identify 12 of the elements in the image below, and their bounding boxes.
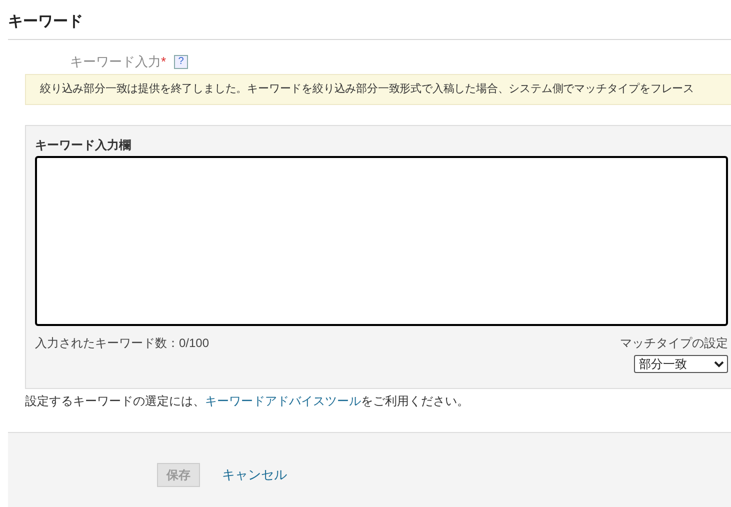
notice-text: 絞り込み部分一致は提供を終了しました。キーワードを絞り込み部分一致形式で入稿した場合、システム側でマッチタイプをフレース (39, 82, 694, 98)
keyword-input-field[interactable] (35, 156, 728, 326)
panel-title: キーワード入力欄 (35, 137, 132, 154)
keyword-counter: 入力されたキーワード数：0/100 (35, 335, 210, 352)
match-type-select[interactable]: 部分一致 (634, 355, 728, 373)
field-label: キーワード入力* (70, 53, 166, 72)
advice-tool-link[interactable]: キーワードアドバイスツール (205, 394, 361, 408)
match-type-label: マッチタイプの設定 (620, 335, 728, 352)
help-icon[interactable]: ? (174, 55, 188, 69)
advice-text: 設定するキーワードの選定には、キーワードアドバイスツールをご利用ください。 (25, 393, 470, 410)
section-title: キーワード (8, 12, 83, 32)
cancel-link[interactable]: キャンセル (222, 465, 287, 485)
